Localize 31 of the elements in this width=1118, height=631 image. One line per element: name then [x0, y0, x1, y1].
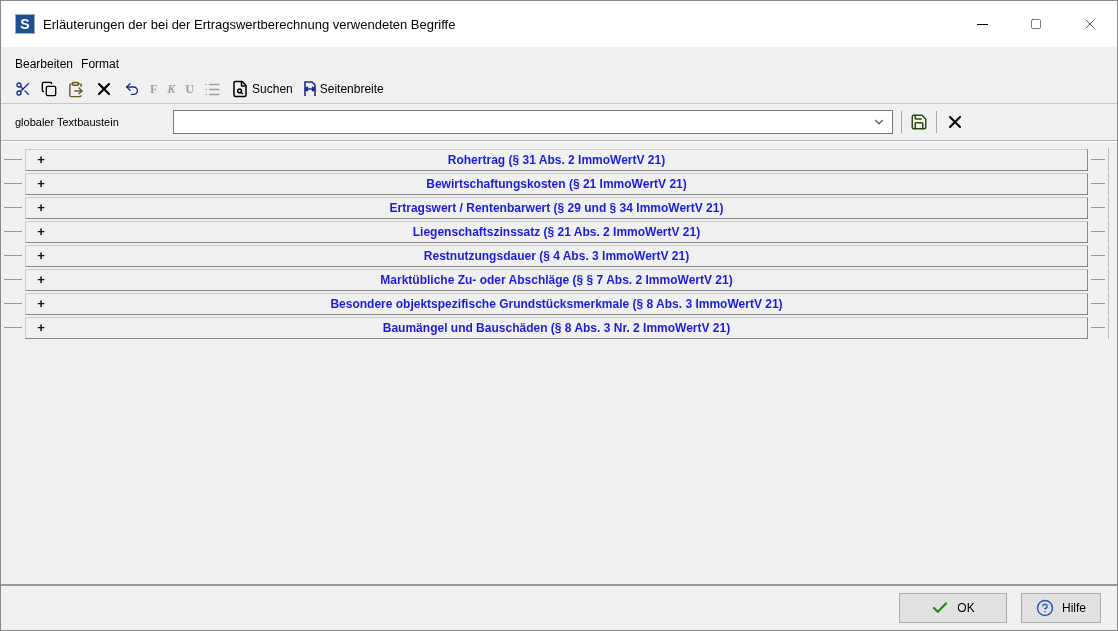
toolbar-button[interactable] — [41, 81, 57, 97]
save-icon[interactable] — [910, 113, 928, 131]
toolbar-button[interactable] — [15, 81, 31, 97]
section-header[interactable]: + Liegenschaftszinssatz (§ 21 Abs. 2 ImmoWertV 21) — [25, 220, 1088, 243]
section-header[interactable]: + Besondere objektspezifische Grundstücksmerkmale (§ 8 Abs. 3 ImmoWertV 21) — [25, 292, 1088, 315]
section-header[interactable]: + Ertragswert / Rentenbarwert (§ 29 und § 34 ImmoWertV 21) — [25, 196, 1088, 219]
copy-icon — [41, 81, 57, 97]
window-title: Erläuterungen der bei der Ertragswertberechnung verwendeten Begriffe — [43, 16, 457, 32]
question-icon — [1036, 599, 1054, 617]
section-header[interactable]: + Baumängel und Bauschäden (§ 8 Abs. 3 Nr. 2 ImmoWertV 21) — [25, 316, 1088, 339]
paste-icon — [67, 80, 84, 98]
page-width-icon — [302, 81, 317, 97]
app-icon: S — [15, 14, 35, 34]
undo-icon — [124, 81, 140, 97]
menu-item[interactable]: Bearbeiten — [15, 57, 74, 71]
textbaustein-combobox[interactable] — [173, 110, 893, 134]
toolbar-button[interactable]: Suchen — [231, 80, 293, 98]
section-header[interactable]: + Rohertrag (§ 31 Abs. 2 ImmoWertV 21) — [25, 148, 1088, 171]
menu-item[interactable]: Format — [81, 57, 120, 71]
section-header[interactable]: + Restnutzungsdauer (§ 4 Abs. 3 ImmoWertV 21) — [25, 244, 1088, 267]
minimize-icon — [976, 23, 988, 25]
ok-button[interactable]: OK — [899, 593, 1007, 623]
field-label: globaler Textbaustein — [15, 116, 120, 128]
scissors-icon — [15, 81, 31, 97]
maximize-icon — [1030, 18, 1042, 30]
toolbar-button[interactable]: Seitenbreite — [302, 81, 384, 97]
section-header[interactable]: + Marktübliche Zu- oder Abschläge (§ § 7 Abs. 2 ImmoWertV 21) — [25, 268, 1088, 291]
search-icon — [231, 80, 250, 98]
section-header[interactable]: + Bewirtschaftungskosten (§ 21 ImmoWertV 21) — [25, 172, 1088, 195]
toolbar-button[interactable] — [124, 81, 140, 97]
help-button[interactable]: Hilfe — [1021, 593, 1101, 623]
